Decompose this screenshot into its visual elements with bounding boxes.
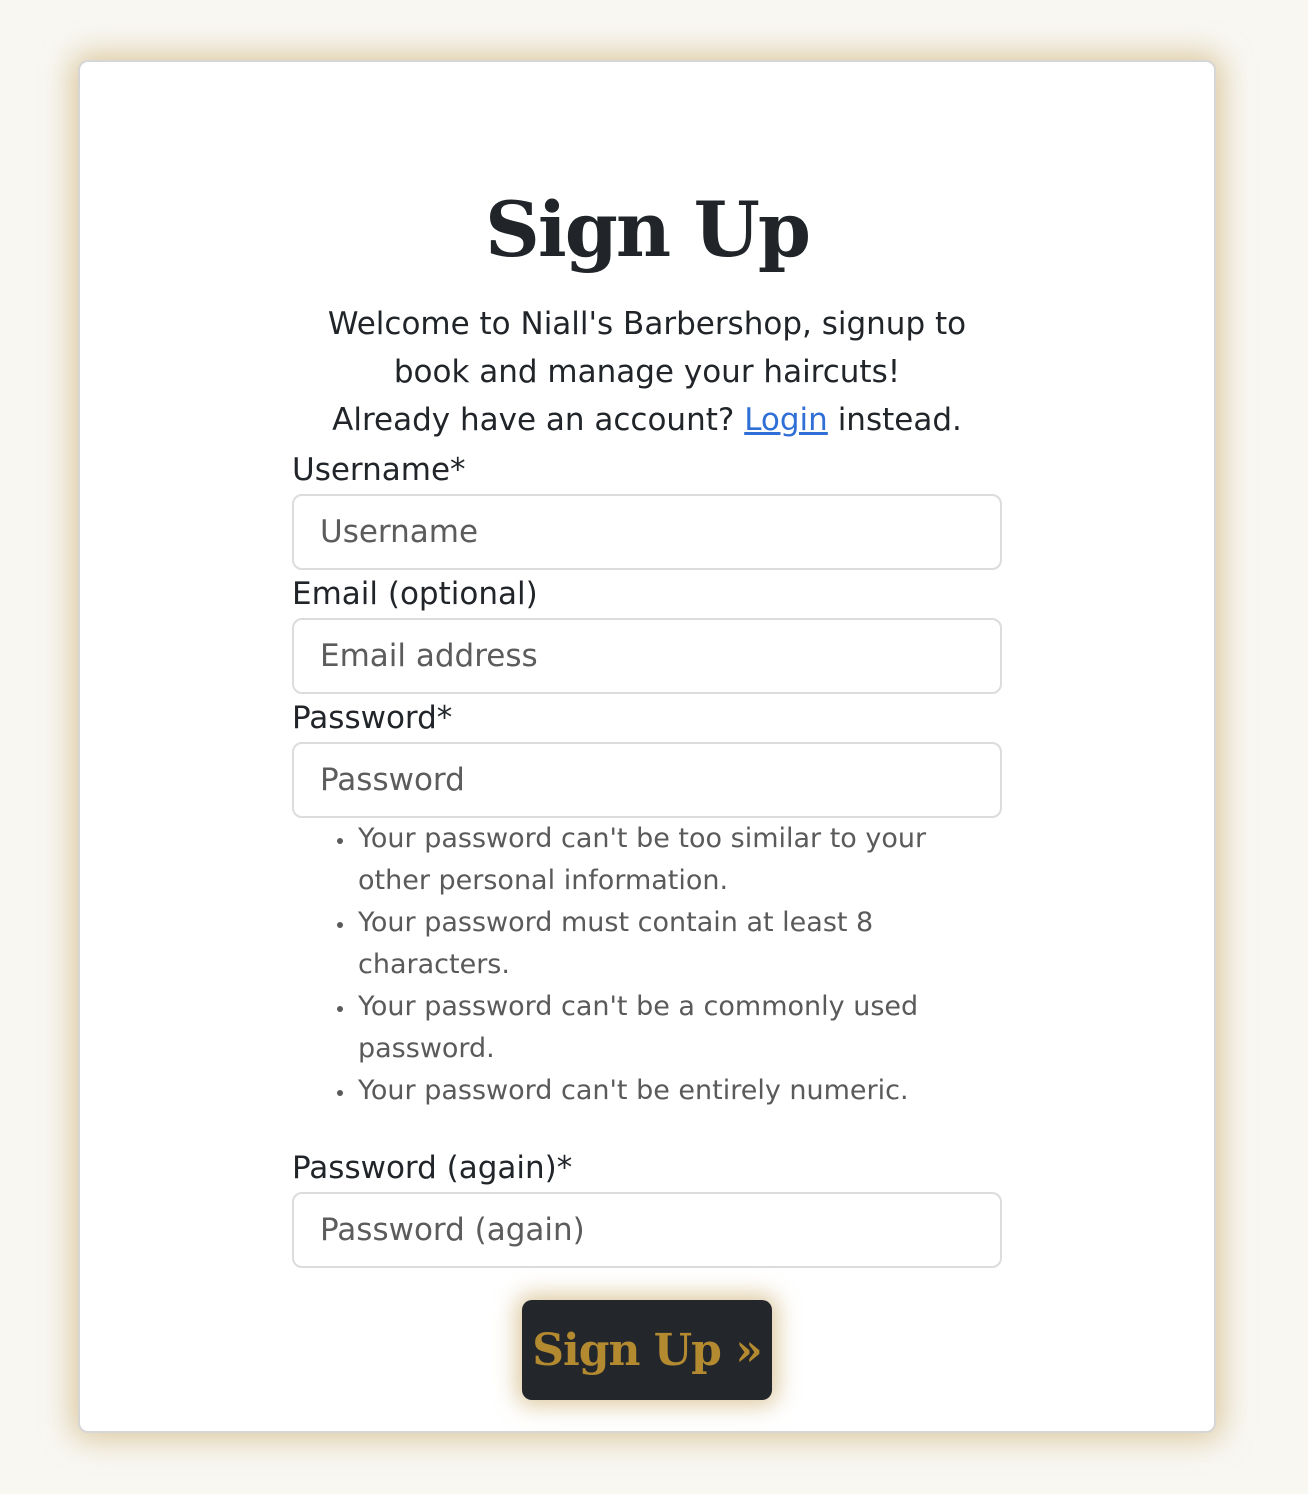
sign-up-button[interactable]: Sign Up » [522, 1300, 772, 1400]
password-again-input[interactable] [292, 1192, 1002, 1268]
password-help-item: Your password can't be too similar to yo… [356, 818, 952, 902]
intro-line-1: Welcome to Niall's Barbershop, signup to [327, 306, 967, 342]
intro-line-3: Already have an account? Login instead. [80, 396, 1214, 444]
page-title: Sign Up [484, 185, 811, 274]
password-input[interactable] [292, 742, 1002, 818]
username-field-group: Username* [292, 450, 1002, 570]
email-label: Email (optional) [292, 576, 538, 612]
password-again-field-group: Password (again)* [292, 1148, 1002, 1268]
intro-line-2: book and manage your haircuts! [393, 354, 901, 390]
email-field-group: Email (optional) [292, 574, 1002, 694]
password-help-item: Your password can't be entirely numeric. [356, 1070, 952, 1112]
password-field-group: Password* [292, 698, 1002, 818]
intro-line-3-suffix: instead. [837, 402, 962, 438]
email-input[interactable] [292, 618, 1002, 694]
username-input[interactable] [292, 494, 1002, 570]
username-label: Username* [292, 452, 466, 488]
password-help-item: Your password can't be a commonly used p… [356, 986, 952, 1070]
intro-line-3-prefix: Already have an account? [332, 402, 735, 438]
password-again-label: Password (again)* [292, 1150, 573, 1186]
password-help-list: Your password can't be too similar to yo… [292, 818, 952, 1112]
login-link[interactable]: Login [744, 402, 828, 438]
intro-text: Welcome to Niall's Barbershop, signup to… [80, 300, 1214, 444]
password-help-item: Your password must contain at least 8 ch… [356, 902, 952, 986]
password-label: Password* [292, 700, 453, 736]
